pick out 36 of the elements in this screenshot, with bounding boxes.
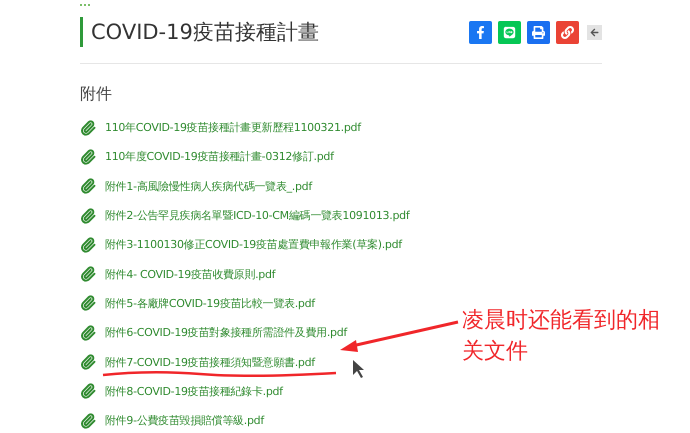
attachment-link[interactable]: 附件8-COVID-19疫苗接種紀錄卡.pdf [105, 384, 283, 399]
attachment-link[interactable]: 附件2-公告罕見疾病名單暨ICD-10-CM編碼一覽表1091013.pdf [105, 208, 410, 224]
chat-bubble-icon [503, 26, 516, 38]
paperclip-icon [80, 208, 96, 224]
printer-button[interactable] [527, 20, 550, 44]
mouse-pointer-icon [353, 360, 364, 378]
chat-bubble-button[interactable] [498, 20, 521, 44]
paperclip-icon [80, 148, 96, 165]
facebook-button[interactable] [469, 20, 492, 44]
link-button[interactable] [556, 20, 579, 44]
attachment-link[interactable]: 附件3-1100130修正COVID-19疫苗處置費申報作業(草案).pdf [105, 237, 402, 252]
paperclip-icon [80, 266, 96, 282]
attachment-link[interactable]: 附件7-COVID-19疫苗接種須知暨意願書.pdf [105, 354, 315, 370]
paperclip-icon [80, 354, 96, 370]
attachment-link[interactable]: 附件6-COVID-19疫苗對象接種所需證件及費用.pdf [105, 325, 347, 340]
section-heading: 附件 [80, 84, 113, 105]
paperclip-icon [80, 295, 96, 312]
attachment-link[interactable]: 110年COVID-19疫苗接種計畫更新歷程1100321.pdf [105, 120, 361, 136]
attachment-link[interactable]: 110年度COVID-19疫苗接種計畫-0312修訂.pdf [105, 149, 334, 164]
paperclip-icon [80, 120, 96, 136]
paperclip-icon [80, 412, 96, 429]
paperclip-icon [80, 236, 96, 253]
facebook-icon [474, 26, 487, 38]
paperclip-icon [80, 324, 96, 341]
attachment-link[interactable]: 附件4- COVID-19疫苗收費原則.pdf [105, 266, 276, 282]
annotation-note: 凌晨时还能看到的相关文件 [462, 307, 661, 366]
page-title: COVID-19疫苗接種計畫 [80, 17, 319, 47]
paperclip-icon [80, 383, 96, 400]
attachment-link[interactable]: 附件1-高風險慢性病人疾病代碼一覽表_.pdf [105, 178, 312, 194]
back-button[interactable] [587, 24, 602, 40]
printer-icon [532, 26, 545, 38]
link-icon [561, 26, 574, 38]
attachment-link[interactable]: 附件5-各廠牌COVID-19疫苗比較一覽表.pdf [105, 296, 315, 311]
arrow-left-icon [590, 28, 599, 36]
paperclip-icon [80, 178, 96, 194]
attachment-link[interactable]: 附件9-公費疫苗毀損賠償等級.pdf [105, 413, 264, 428]
